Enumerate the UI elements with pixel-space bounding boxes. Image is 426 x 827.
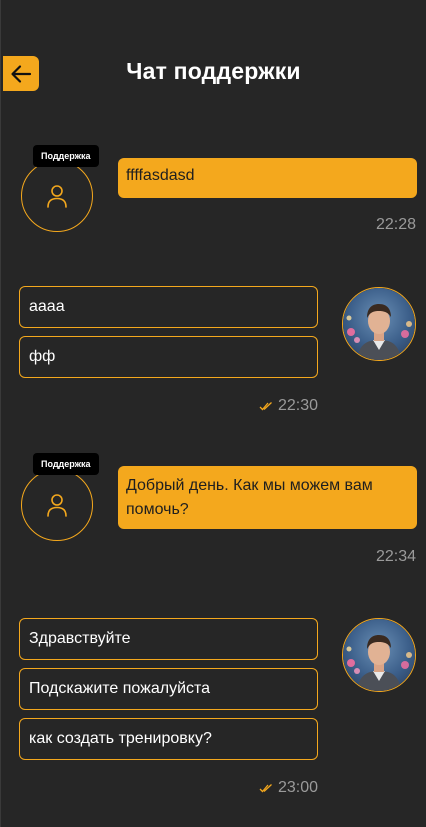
double-check-icon xyxy=(259,401,273,411)
support-badge: Поддержка xyxy=(33,453,99,475)
message-time-text: 22:30 xyxy=(278,397,319,414)
message-time: 22:28 xyxy=(375,216,416,233)
user-outline-icon xyxy=(47,494,67,517)
message-bubble-outgoing: Здравствуйте xyxy=(19,618,318,660)
message-bubble-outgoing: аааа xyxy=(19,286,318,328)
message-time-text: 23:00 xyxy=(278,779,319,796)
support-badge: Поддержка xyxy=(33,145,99,167)
double-check-icon xyxy=(259,783,273,793)
message-bubble-outgoing: фф xyxy=(19,336,318,378)
message-bubble-outgoing: как создать тренировку? xyxy=(19,718,318,760)
user-avatar xyxy=(342,287,416,361)
message-time: 22:30 xyxy=(259,397,318,415)
page-title: Чат поддержки xyxy=(126,58,301,84)
user-outline-icon xyxy=(47,185,67,208)
user-avatar xyxy=(342,618,416,692)
message-bubble-outgoing: Подскажите пожалуйста xyxy=(19,668,318,710)
message-bubble-incoming: ffffasdasd xyxy=(118,158,417,198)
message-bubble-incoming: Добрый день. Как мы можем вам помочь? xyxy=(118,466,417,529)
message-time: 22:34 xyxy=(375,548,416,565)
support-avatar xyxy=(21,469,93,541)
chat-screen: Чат поддержки Поддержка ffffasdasd 22:28… xyxy=(0,0,426,827)
support-avatar xyxy=(21,160,93,232)
message-time: 23:00 xyxy=(259,779,318,797)
